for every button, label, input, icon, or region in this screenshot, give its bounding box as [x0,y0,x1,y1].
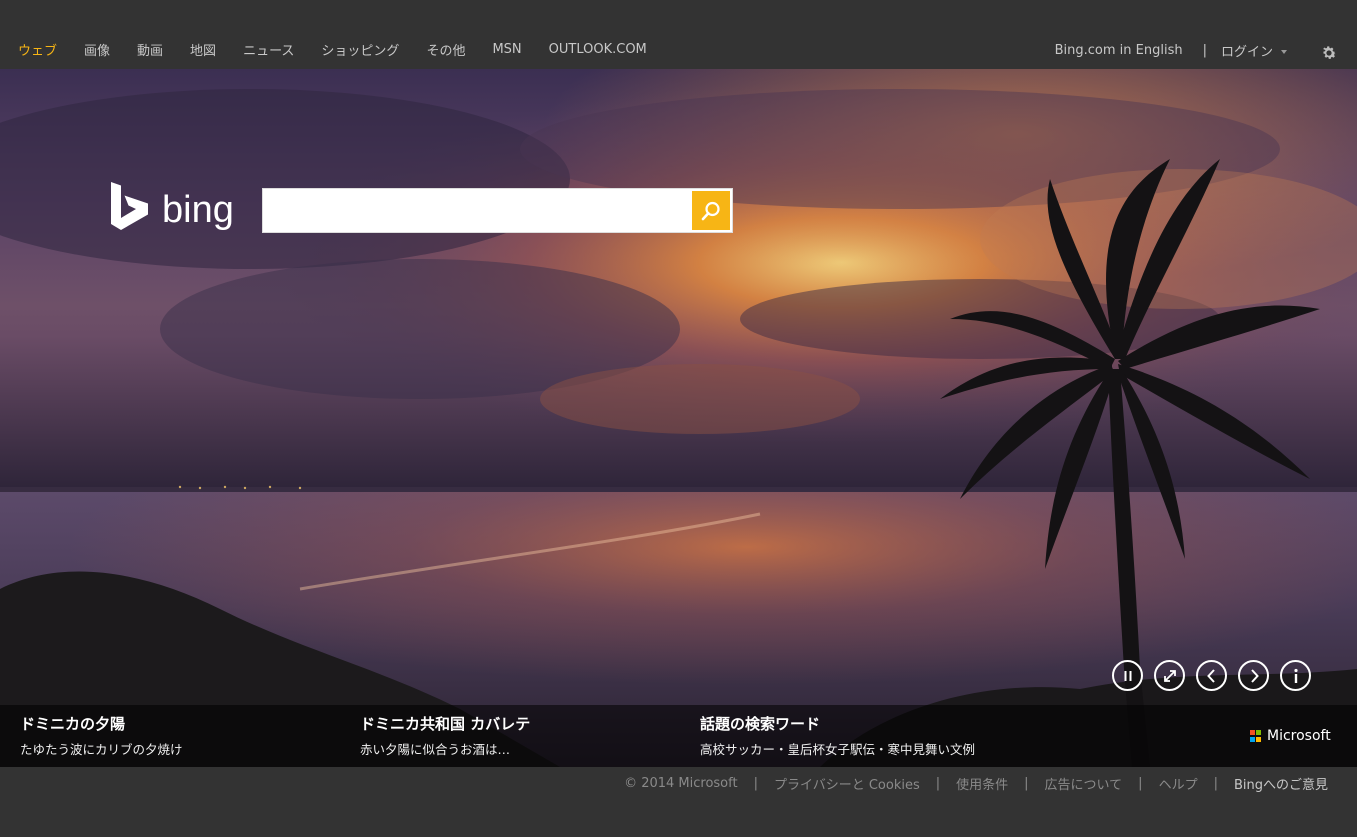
feedback-link[interactable]: Bingへのご意見 [1234,774,1328,793]
bing-logo[interactable]: bing [109,182,244,234]
caption-image-info[interactable]: ドミニカの夕陽 たゆたう波にカリブの夕焼け [20,713,183,758]
previous-button[interactable] [1196,660,1227,691]
fullscreen-button[interactable] [1154,660,1185,691]
caption-title: ドミニカ共和国 カバレテ [360,715,531,733]
caption-title: ドミニカの夕陽 [20,715,126,733]
nav-maps[interactable]: 地図 [190,40,216,59]
microsoft-grid-icon [1250,730,1262,742]
footer-separator: | [753,776,758,791]
caption-subtitle: 高校サッカー・皇后杯女子駅伝・寒中見舞い文例 [700,742,976,757]
caption-location[interactable]: ドミニカ共和国 カバレテ 赤い夕陽に似合うお酒は… [360,713,530,758]
terms-link[interactable]: 使用条件 [956,774,1008,793]
gear-icon[interactable] [1320,44,1338,62]
logo-text: bing [162,189,234,231]
help-link[interactable]: ヘルプ [1159,774,1198,793]
footer: © 2014 Microsoft | プライバシーと Cookies | 使用条… [624,774,1328,793]
footer-separator: | [935,776,941,791]
chevron-down-icon [1281,50,1287,54]
caption-trending[interactable]: 話題の検索ワード 高校サッカー・皇后杯女子駅伝・寒中見舞い文例 [700,713,975,758]
image-controls [1112,660,1322,691]
nav-images[interactable]: 画像 [84,40,110,59]
info-icon [1293,668,1298,683]
search-box [262,188,733,233]
pause-icon [1124,670,1131,681]
microsoft-logo[interactable]: Microsoft [1250,728,1331,744]
header-separator: | [1202,42,1207,58]
header-right: Bing.com in English | ログイン [1055,38,1357,62]
search-button[interactable] [692,191,730,230]
nav-videos[interactable]: 動画 [137,40,163,59]
magnifier-icon [701,201,720,220]
next-icon [1250,668,1259,683]
hero-background: bing ドミニカの夕陽 たゆたう波にカリブの夕焼け ドミニカ共和国 カバレテ … [0,69,1357,767]
nav-shopping[interactable]: ショッピング [321,40,399,59]
nav-msn[interactable]: MSN [492,42,521,57]
fullscreen-icon [1163,669,1176,682]
login-menu[interactable]: ログイン [1221,41,1287,60]
microsoft-label: Microsoft [1267,728,1331,744]
login-label: ログイン [1220,44,1273,60]
nav-outlook[interactable]: OUTLOOK.COM [549,42,647,57]
info-button[interactable] [1280,660,1311,691]
nav-web[interactable]: ウェブ [18,40,57,59]
footer-separator: | [1213,776,1218,791]
caption-title: 話題の検索ワード [700,715,821,733]
caption-bar: ドミニカの夕陽 たゆたう波にカリブの夕焼け ドミニカ共和国 カバレテ 赤い夕陽に… [0,705,1357,767]
next-button[interactable] [1238,660,1269,691]
top-bar: ウェブ 画像 動画 地図 ニュース ショッピング その他 MSN OUTLOOK… [0,0,1357,69]
previous-icon [1206,668,1215,683]
english-link[interactable]: Bing.com in English [1055,43,1183,58]
caption-subtitle: 赤い夕陽に似合うお酒は… [360,742,511,757]
search-input[interactable] [269,193,687,228]
footer-separator: | [1138,776,1143,791]
scope-nav: ウェブ 画像 動画 地図 ニュース ショッピング その他 MSN OUTLOOK… [18,40,674,59]
privacy-link[interactable]: プライバシーと Cookies [774,774,920,793]
pause-button[interactable] [1112,660,1143,691]
nav-news[interactable]: ニュース [243,40,294,59]
caption-subtitle: たゆたう波にカリブの夕焼け [20,742,183,757]
nav-more[interactable]: その他 [426,40,465,59]
footer-separator: | [1024,776,1029,791]
advertise-link[interactable]: 広告について [1045,774,1123,793]
copyright: © 2014 Microsoft [624,776,738,791]
